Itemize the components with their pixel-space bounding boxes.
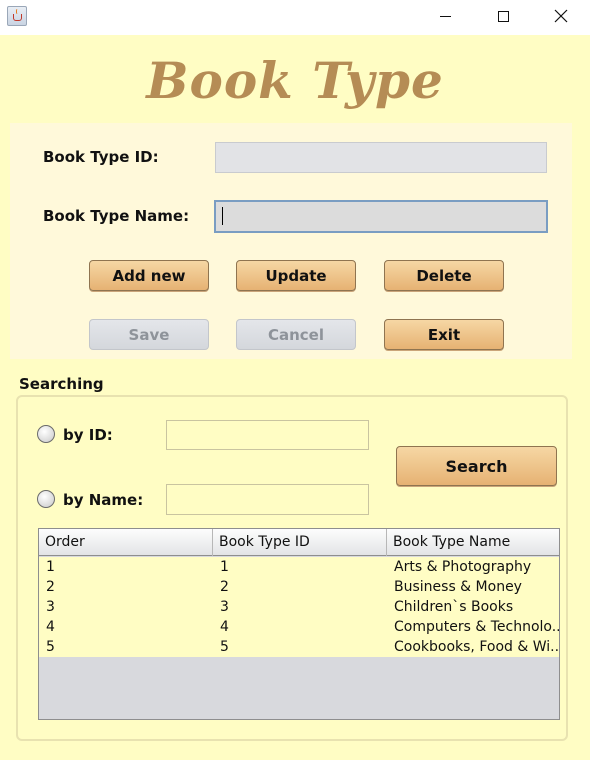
book-type-frame: Book Type Book Type ID: Book Type Name: … [0,35,590,760]
column-header-book-type-id[interactable]: Book Type ID [213,529,387,556]
cell-order: 3 [46,599,55,615]
exit-button[interactable]: Exit [384,319,504,350]
page-title: Book Type [146,51,444,110]
cell-book-type-name: Business & Money [394,579,522,595]
column-header-order[interactable]: Order [39,529,213,556]
add-new-button[interactable]: Add new [89,260,209,291]
maximize-button[interactable] [474,0,532,32]
table-row[interactable]: 2 2 Business & Money [39,577,559,597]
book-type-id-label: Book Type ID: [43,148,159,166]
search-button[interactable]: Search [396,446,557,486]
cell-order: 1 [46,559,55,575]
cell-book-type-name: Cookbooks, Food & Wi... [394,639,559,655]
book-type-table[interactable]: Order Book Type ID Book Type Name 1 1 Ar… [38,528,560,720]
cell-book-type-id: 1 [220,559,229,575]
by-name-radio[interactable] [37,490,55,508]
cell-book-type-id: 5 [220,639,229,655]
book-type-id-field[interactable] [215,142,547,173]
save-button[interactable]: Save [89,319,209,350]
update-button[interactable]: Update [236,260,356,291]
cell-book-type-name: Computers & Technolo... [394,619,559,635]
cell-book-type-id: 4 [220,619,229,635]
table-header: Order Book Type ID Book Type Name [39,529,559,556]
cell-book-type-id: 2 [220,579,229,595]
cell-book-type-name: Arts & Photography [394,559,532,575]
table-row[interactable]: 3 3 Children`s Books [39,597,559,617]
cell-order: 4 [46,619,55,635]
table-row[interactable]: 5 5 Cookbooks, Food & Wi... [39,637,559,657]
delete-button[interactable]: Delete [384,260,504,291]
table-row[interactable]: 4 4 Computers & Technolo... [39,617,559,637]
cell-book-type-id: 3 [220,599,229,615]
minimize-button[interactable] [416,0,474,32]
close-icon [554,9,568,23]
column-header-book-type-name[interactable]: Book Type Name [387,529,559,556]
text-caret [222,207,223,225]
search-name-input[interactable] [166,484,369,515]
maximize-icon [497,10,509,22]
table-body: 1 1 Arts & Photography 2 2 Business & Mo… [39,557,559,657]
searching-label: Searching [19,375,104,393]
close-button[interactable] [532,0,590,32]
by-name-label: by Name: [63,491,144,509]
book-type-name-label: Book Type Name: [43,207,190,225]
book-type-form: Book Type ID: Book Type Name: Add new Up… [10,123,572,359]
minimize-icon [439,15,451,17]
cell-book-type-name: Children`s Books [394,599,514,615]
table-row[interactable]: 1 1 Arts & Photography [39,557,559,577]
cell-order: 5 [46,639,55,655]
by-id-label: by ID: [63,426,113,444]
search-id-input[interactable] [166,420,369,450]
cancel-button[interactable]: Cancel [236,319,356,350]
by-id-radio[interactable] [37,425,55,443]
java-cup-icon[interactable] [7,6,27,26]
book-type-name-field[interactable] [214,200,548,233]
cell-order: 2 [46,579,55,595]
window-titlebar [0,0,590,32]
